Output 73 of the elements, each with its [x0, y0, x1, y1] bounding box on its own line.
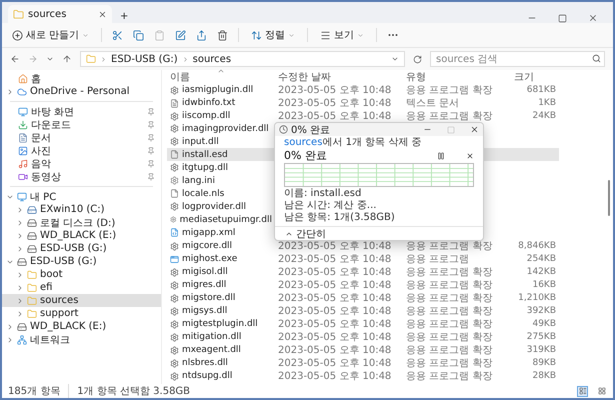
date-cell-text: 2023-05-05 오후 10:48 [278, 357, 392, 370]
size-cell: 254KB [526, 254, 556, 264]
file-name: migstore.dll [182, 293, 236, 303]
type-cell-text: 응용 프로그램 확장 [406, 357, 492, 370]
date-cell-text: 2023-05-05 오후 10:48 [278, 331, 392, 344]
file-name: migcore.dll [182, 241, 232, 251]
type-cell-text: 응용 프로그램 [406, 253, 470, 266]
date-cell-text: 2023-05-05 오후 10:48 [278, 344, 392, 357]
file-name: logprovider.dll [182, 202, 246, 212]
date-cell-text: 2023-05-05 오후 10:48 [278, 84, 392, 97]
detail-line: 이름: install.esd [284, 188, 362, 200]
file-name: idwbinfo.txt [182, 98, 236, 108]
file-name: migres.dll [182, 280, 226, 290]
file-name: ntdsupg.dll [182, 371, 232, 381]
dialog-message: sources에서 1개 항목 삭제 중 [284, 137, 422, 149]
date-cell-text: 2023-05-05 오후 10:48 [278, 97, 392, 110]
file-name: migisol.dll [182, 267, 228, 277]
type-cell-text: 응용 프로그램 확장 [406, 331, 492, 344]
type-cell-text: 응용 프로그램 확장 [406, 266, 492, 279]
detail-line: 남은 시간: 계산 중... [284, 200, 376, 212]
file-name: lang.ini [182, 176, 215, 186]
size-cell: 392KB [526, 306, 556, 316]
size-cell: 24KB [532, 111, 556, 121]
file-name: itgtupg.dll [182, 162, 228, 172]
dialog-title: 0% 완료 [291, 124, 330, 136]
size-cell: 28KB [532, 371, 556, 381]
file-name: install.esd [182, 150, 228, 160]
date-cell-text: 2023-05-05 오후 10:48 [278, 266, 392, 279]
type-cell-text: 응용 프로그램 확장 [406, 279, 492, 292]
size-cell: 142KB [526, 267, 556, 277]
file-name: migsys.dll [182, 306, 228, 316]
file-name: imagingprovider.dll [182, 124, 269, 134]
type-cell-text: 응용 프로그램 확장 [406, 110, 492, 123]
type-cell-text: 텍스트 문서 [406, 97, 460, 110]
size-cell: 89KB [532, 358, 556, 368]
file-name: iasmigplugin.dll [182, 85, 254, 95]
file-name: iiscomp.dll [182, 111, 230, 121]
size-cell: 1KB [538, 98, 556, 108]
type-cell-text: 응용 프로그램 확장 [406, 240, 492, 253]
size-cell: 681KB [526, 85, 556, 95]
file-name: input.dll [182, 136, 219, 146]
size-cell: 275KB [526, 332, 556, 342]
type-cell-text: 응용 프로그램 확장 [406, 84, 492, 97]
selection-info: 1개 항목 선택함 3.58GB [77, 385, 190, 398]
progress-heading: 0% 완료 [284, 148, 327, 163]
file-name: locale.nls [182, 188, 224, 198]
size-cell: 1,210KB [518, 293, 556, 303]
file-name: mediasetupuimgr.dll [180, 214, 272, 224]
file-name: mxeagent.dll [182, 345, 241, 355]
type-cell-text: 응용 프로그램 확장 [406, 292, 492, 305]
type-cell-text: 응용 프로그램 확장 [406, 318, 492, 331]
date-cell-text: 2023-05-05 오후 10:48 [278, 110, 392, 123]
size-cell: 49KB [532, 319, 556, 329]
detail-line: 남은 항목: 1개(3.58GB) [284, 212, 395, 224]
date-cell-text: 2023-05-05 오후 10:48 [278, 253, 392, 266]
file-name: mighost.exe [182, 254, 238, 264]
date-cell-text: 2023-05-05 오후 10:48 [278, 318, 392, 331]
size-cell: 16KB [532, 280, 556, 290]
item-count: 185개 항목 [8, 385, 60, 398]
type-cell-text: 응용 프로그램 확장 [406, 344, 492, 357]
type-cell-text: 응용 프로그램 확장 [406, 305, 492, 318]
type-cell-text: 응용 프로그램 확장 [406, 370, 492, 383]
file-name: nlsbres.dll [182, 358, 228, 368]
size-cell: 319KB [526, 345, 556, 355]
date-cell-text: 2023-05-05 오후 10:48 [278, 370, 392, 383]
date-cell-text: 2023-05-05 오후 10:48 [278, 240, 392, 253]
date-cell-text: 2023-05-05 오후 10:48 [278, 305, 392, 318]
file-name: mitigation.dll [182, 332, 242, 342]
file-name: migtestplugin.dll [182, 319, 258, 329]
date-cell-text: 2023-05-05 오후 10:48 [278, 279, 392, 292]
size-cell: 8,846KB [518, 241, 556, 251]
date-cell-text: 2023-05-05 오후 10:48 [278, 292, 392, 305]
file-name: migapp.xml [182, 228, 236, 238]
